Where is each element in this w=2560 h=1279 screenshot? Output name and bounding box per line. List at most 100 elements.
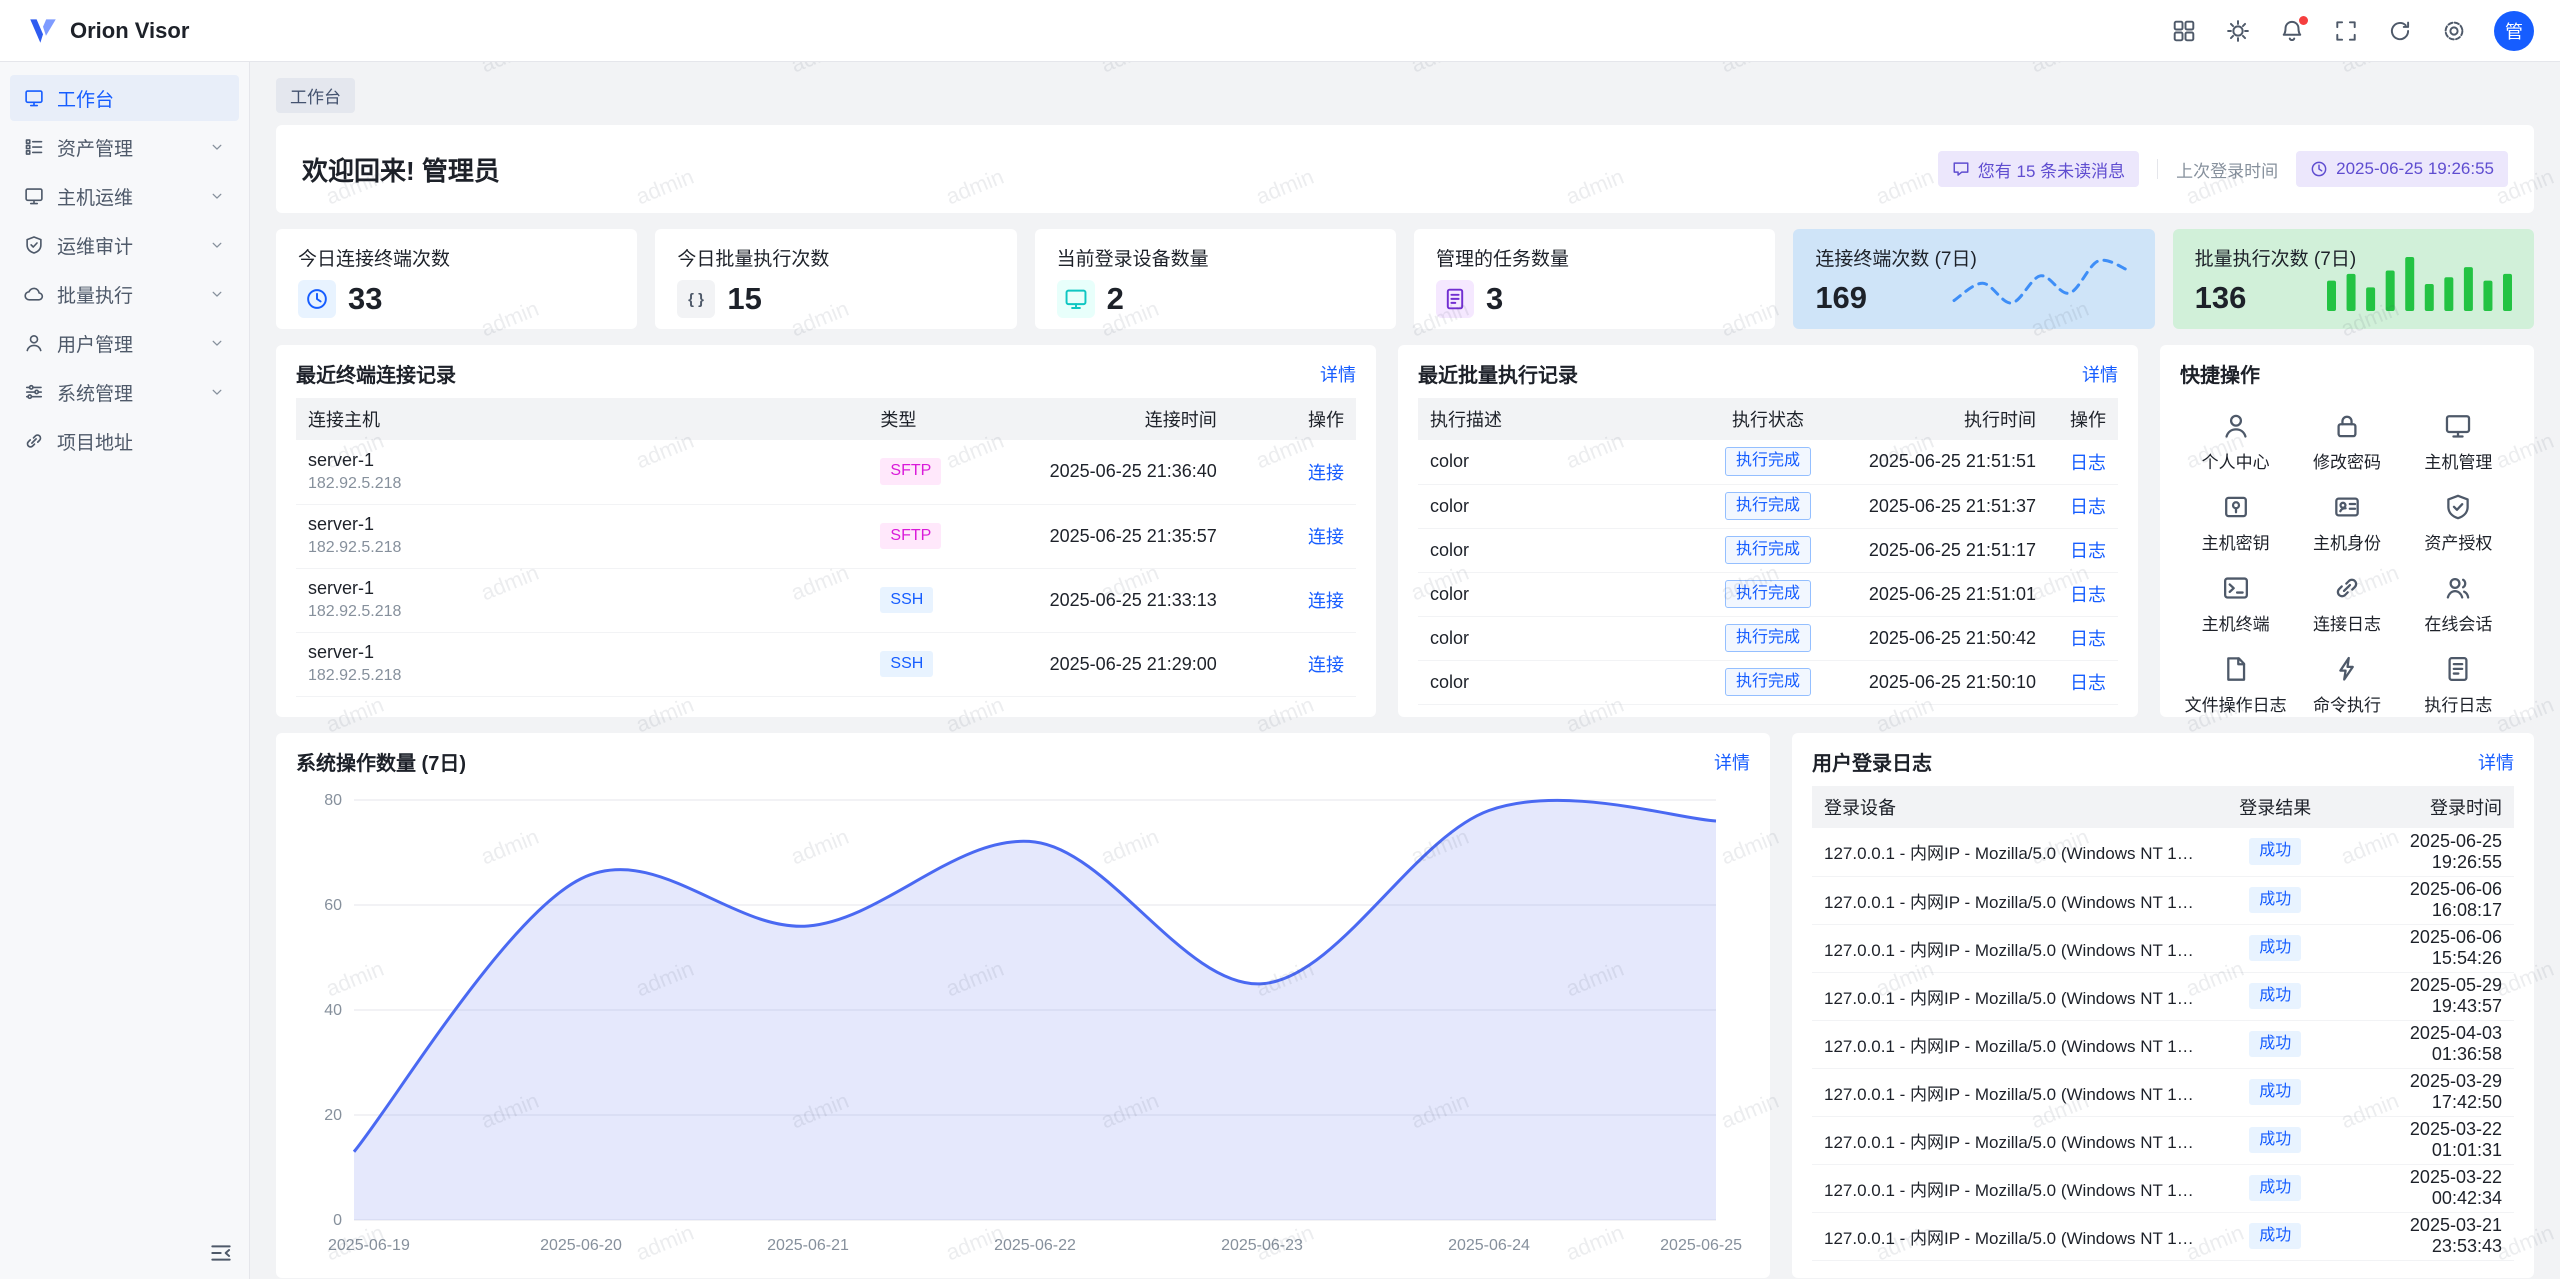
sidebar-item[interactable]: 运维审计 <box>10 222 239 268</box>
topbar-icon-button[interactable] <box>2226 19 2250 43</box>
quick-action[interactable]: 主机管理 <box>2403 412 2514 473</box>
quick-action[interactable]: 命令执行 <box>2291 655 2402 716</box>
chevron-down-icon <box>209 188 225 204</box>
quick-action[interactable]: 文件操作日志 <box>2180 655 2291 716</box>
quick-action[interactable]: 执行日志 <box>2403 655 2514 716</box>
sidebar-item[interactable]: 用户管理 <box>10 320 239 366</box>
sidebar-item[interactable]: 批量执行 <box>10 271 239 317</box>
log-link[interactable]: 日志 <box>2070 541 2106 561</box>
log-link[interactable]: 日志 <box>2070 673 2106 693</box>
connect-link[interactable]: 连接 <box>1308 655 1344 675</box>
login-table: 登录设备 登录结果 登录时间 127.0.0.1 - 内网IP - Mozill… <box>1812 786 2514 1261</box>
host-name: server-1 <box>308 641 856 664</box>
quick-action-label: 执行日志 <box>2424 691 2492 716</box>
chevron-down-icon <box>209 286 225 302</box>
topbar-icon-button[interactable] <box>2388 19 2412 43</box>
topbar-icon-button[interactable] <box>2280 19 2304 43</box>
table-row: 127.0.0.1 - 内网IP - Mozilla/5.0 (Windows … <box>1812 1020 2514 1068</box>
host-name: server-1 <box>308 449 856 472</box>
quick-action-label: 主机终端 <box>2202 610 2270 635</box>
topbar-icon-button[interactable] <box>2334 19 2358 43</box>
apps-grid-icon <box>2172 19 2196 43</box>
log-link[interactable]: 日志 <box>2070 497 2106 517</box>
fullscreen-icon <box>2334 19 2358 43</box>
login-result-tag: 成功 <box>2249 983 2301 1010</box>
breadcrumb-item-workbench[interactable]: 工作台 <box>276 78 355 113</box>
sidebar-collapse-button[interactable] <box>209 1241 233 1265</box>
quick-action[interactable]: 个人中心 <box>2180 412 2291 473</box>
table-row: 127.0.0.1 - 内网IP - Mozilla/5.0 (Windows … <box>1812 1116 2514 1164</box>
chart-detail-link[interactable]: 详情 <box>1714 749 1750 775</box>
quick-action[interactable]: 资产授权 <box>2403 493 2514 554</box>
task-doc-icon <box>1436 280 1474 318</box>
message-bubble-icon <box>1952 160 1970 178</box>
lightning-icon <box>2333 655 2361 683</box>
exec-desc: color <box>1418 616 1684 660</box>
svg-text:2025-06-21: 2025-06-21 <box>767 1237 849 1254</box>
batch-records-panel: 最近批量执行记录 详情 执行描述 执行状态 执行时间 操作 <box>1398 345 2138 717</box>
sidebar-item[interactable]: 主机运维 <box>10 173 239 219</box>
audit-shield-icon <box>24 235 44 255</box>
stat-sparkline <box>2327 253 2512 311</box>
exec-time: 2025-06-25 21:51:17 <box>1852 528 2048 572</box>
system-sliders-icon <box>24 382 44 402</box>
device-monitor-icon <box>1057 280 1095 318</box>
login-result-tag: 成功 <box>2249 935 2301 962</box>
batch-detail-link[interactable]: 详情 <box>2082 361 2118 387</box>
quick-action-label: 个人中心 <box>2202 448 2270 473</box>
topbar-icon-button[interactable] <box>2442 19 2466 43</box>
unread-messages-badge[interactable]: 您有 15 条未读消息 <box>1938 151 2139 187</box>
login-detail-link[interactable]: 详情 <box>2478 749 2514 775</box>
stat-value: 136 <box>2195 280 2247 316</box>
table-row: server-1 182.92.5.218 SSH 2025-06-25 21:… <box>296 568 1356 632</box>
col-connect-time: 连接时间 <box>1006 398 1229 440</box>
quick-action[interactable]: 连接日志 <box>2291 574 2402 635</box>
welcome-banner: 欢迎回来! 管理员 您有 15 条未读消息 上次登录时间 2025-06-25 … <box>276 125 2534 213</box>
quick-action[interactable]: 主机密钥 <box>2180 493 2291 554</box>
host-monitor-icon <box>24 186 44 206</box>
bottom-row: 系统操作数量 (7日) 详情 0204060802025-06-192025-0… <box>276 733 2534 1278</box>
quick-action[interactable]: 修改密码 <box>2291 412 2402 473</box>
panel-title: 最近终端连接记录 <box>296 359 456 388</box>
app-title: Orion Visor <box>70 18 189 44</box>
quick-action[interactable]: 在线会话 <box>2403 574 2514 635</box>
terminal-detail-link[interactable]: 详情 <box>1320 361 1356 387</box>
quick-action[interactable]: 主机身份 <box>2291 493 2402 554</box>
breadcrumb: 工作台 <box>276 78 2534 113</box>
stat-value: 169 <box>1815 280 1867 316</box>
col-type: 类型 <box>868 398 1006 440</box>
exec-desc: color <box>1418 440 1684 484</box>
stat-card: 今日批量执行次数 { } 15 <box>655 229 1016 329</box>
log-link[interactable]: 日志 <box>2070 453 2106 473</box>
table-row: 127.0.0.1 - 内网IP - Mozilla/5.0 (Windows … <box>1812 924 2514 972</box>
connect-time: 2025-06-25 21:35:57 <box>1006 504 1229 568</box>
svg-text:40: 40 <box>324 1002 342 1019</box>
chevron-down-icon <box>209 335 225 351</box>
app-logo[interactable]: Orion Visor <box>26 14 189 48</box>
connect-link[interactable]: 连接 <box>1308 463 1344 483</box>
exec-status-tag: 执行完成 <box>1725 536 1811 565</box>
exec-desc: color <box>1418 572 1684 616</box>
connect-time: 2025-06-25 21:29:00 <box>1006 632 1229 696</box>
sidebar-item[interactable]: 工作台 <box>10 75 239 121</box>
quick-action[interactable]: 主机终端 <box>2180 574 2291 635</box>
terminal-icon <box>2222 574 2250 602</box>
stat-card: 批量执行次数 (7日) 136 <box>2173 229 2534 329</box>
user-avatar[interactable]: 管 <box>2494 11 2534 51</box>
panel-title: 最近批量执行记录 <box>1418 359 1578 388</box>
connect-link[interactable]: 连接 <box>1308 591 1344 611</box>
sidebar-item[interactable]: 资产管理 <box>10 124 239 170</box>
terminal-table: 连接主机 类型 连接时间 操作 server-1 182.92.5.218 <box>296 398 1356 697</box>
sidebar-item[interactable]: 系统管理 <box>10 369 239 415</box>
quick-action-label: 资产授权 <box>2424 529 2492 554</box>
exec-time: 2025-06-25 21:50:10 <box>1852 660 2048 704</box>
host-ip: 182.92.5.218 <box>308 538 856 559</box>
host-name: server-1 <box>308 513 856 536</box>
col-action: 操作 <box>1229 398 1356 440</box>
sidebar-item[interactable]: 项目地址 <box>10 418 239 464</box>
log-link[interactable]: 日志 <box>2070 585 2106 605</box>
connect-link[interactable]: 连接 <box>1308 527 1344 547</box>
topbar-icon-button[interactable] <box>2172 19 2196 43</box>
table-row: 127.0.0.1 - 内网IP - Mozilla/5.0 (Windows … <box>1812 1212 2514 1260</box>
log-link[interactable]: 日志 <box>2070 629 2106 649</box>
